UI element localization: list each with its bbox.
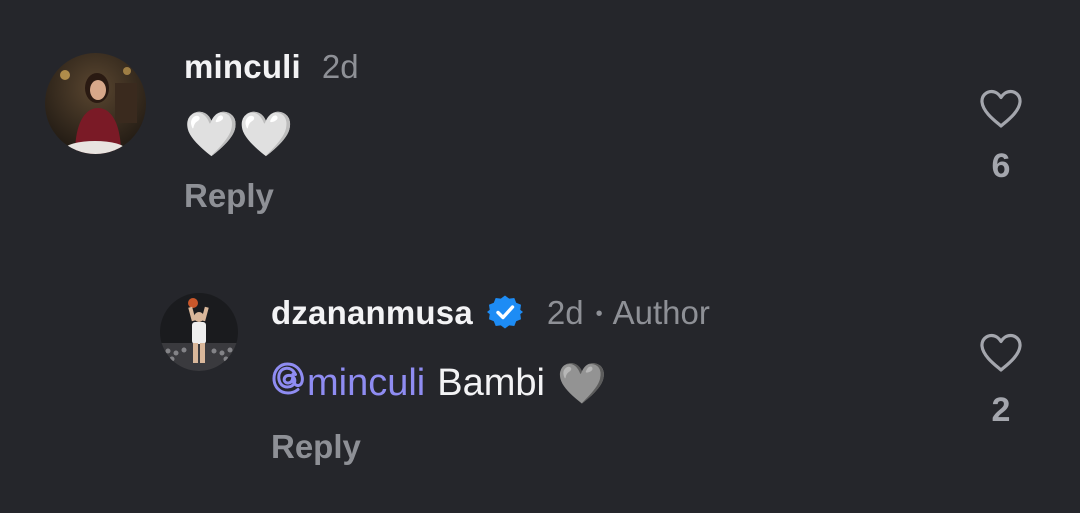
like-count: 6 xyxy=(991,147,1011,185)
avatar-dzananmusa[interactable] xyxy=(160,293,238,371)
comment-text: Bambi xyxy=(437,362,545,404)
comment-thread: minculi 2d 🤍🤍 Reply 6 dzananmusa 2d • Au… xyxy=(0,0,1080,513)
comment-minculi: minculi 2d 🤍🤍 Reply 6 xyxy=(0,0,1080,240)
reply-button[interactable]: Reply xyxy=(184,177,274,215)
heart-outline-icon[interactable] xyxy=(978,332,1024,379)
comment-header: dzananmusa 2d • Author xyxy=(271,292,710,333)
mention-username[interactable]: minculi xyxy=(307,362,425,405)
heart-outline-icon[interactable] xyxy=(978,88,1024,135)
verified-badge-icon xyxy=(486,294,523,335)
like-button[interactable]: 6 xyxy=(971,88,1031,186)
emoji-text: 🤍🤍 xyxy=(184,110,294,159)
comment-dzananmusa: dzananmusa 2d • Author minculi Bambi 🩶 R… xyxy=(0,240,1080,513)
separator-dot: • xyxy=(595,303,603,325)
comment-header: minculi 2d xyxy=(184,48,359,86)
username[interactable]: dzananmusa xyxy=(271,294,473,332)
timestamp: 2d xyxy=(321,48,359,85)
reply-button[interactable]: Reply xyxy=(271,428,361,466)
comment-body: minculi Bambi 🩶 xyxy=(271,360,607,407)
threads-at-icon xyxy=(271,361,305,407)
author-tag: Author xyxy=(612,293,710,331)
comment-body: 🤍🤍 xyxy=(184,108,294,160)
timestamp: 2d xyxy=(546,293,584,331)
username[interactable]: minculi xyxy=(184,48,301,86)
emoji-text: 🩶 xyxy=(556,362,607,406)
avatar-minculi[interactable] xyxy=(45,53,146,154)
like-count: 2 xyxy=(991,391,1011,429)
like-button[interactable]: 2 xyxy=(971,332,1031,430)
mention-link[interactable]: minculi xyxy=(271,361,425,407)
